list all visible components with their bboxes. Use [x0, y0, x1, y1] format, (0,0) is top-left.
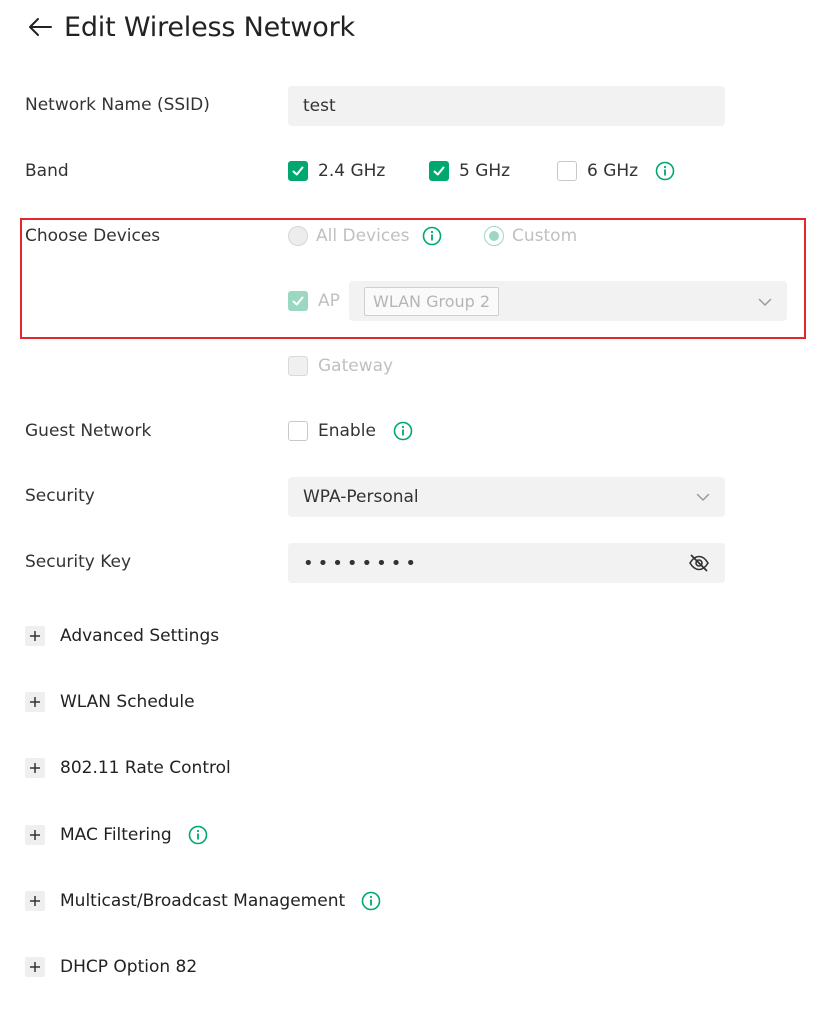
multicast-section[interactable]: Multicast/Broadcast Management	[25, 891, 381, 911]
security-key-label: Security Key	[25, 552, 132, 572]
dhcp-option-82-section[interactable]: DHCP Option 82	[25, 957, 197, 977]
ap-checkbox[interactable]: AP	[288, 291, 340, 311]
band-6ghz-label: 6 GHz	[587, 161, 639, 181]
all-devices-radio[interactable]: All Devices	[288, 226, 409, 246]
plus-icon	[25, 626, 45, 646]
choose-devices-info-icon[interactable]	[422, 226, 442, 246]
band-6ghz-checkbox[interactable]: 6 GHz	[557, 161, 638, 181]
checkbox-unchecked-icon	[557, 161, 577, 181]
security-select[interactable]: WPA-Personal	[288, 477, 725, 517]
checkbox-checked-icon	[429, 161, 449, 181]
security-key-value: ••••••••	[303, 552, 420, 574]
plus-icon	[25, 692, 45, 712]
guest-network-label: Guest Network	[25, 421, 152, 441]
section-label: WLAN Schedule	[60, 692, 195, 712]
wlan-group-tag: WLAN Group 2	[364, 286, 500, 316]
page-title: Edit Wireless Network	[64, 11, 355, 43]
band-5ghz-label: 5 GHz	[459, 161, 511, 181]
ssid-label: Network Name (SSID)	[25, 95, 210, 115]
all-devices-label: All Devices	[316, 226, 410, 246]
plus-icon	[25, 825, 45, 845]
custom-label: Custom	[512, 226, 578, 246]
plus-icon	[25, 957, 45, 977]
multicast-info-icon[interactable]	[361, 891, 381, 911]
guest-enable-label: Enable	[318, 421, 376, 441]
eye-off-icon[interactable]	[688, 554, 710, 572]
section-label: 802.11 Rate Control	[60, 758, 231, 778]
guest-info-icon[interactable]	[393, 421, 413, 441]
ssid-input[interactable]: test	[288, 86, 725, 126]
band-2-4ghz-checkbox[interactable]: 2.4 GHz	[288, 161, 385, 181]
gateway-checkbox[interactable]: Gateway	[288, 356, 393, 376]
advanced-settings-section[interactable]: Advanced Settings	[25, 626, 219, 646]
checkbox-unchecked-icon	[288, 421, 308, 441]
section-label: Multicast/Broadcast Management	[60, 891, 346, 911]
back-arrow-icon[interactable]	[26, 13, 54, 41]
mac-filtering-section[interactable]: MAC Filtering	[25, 825, 208, 845]
checkbox-disabled-icon	[288, 356, 308, 376]
plus-icon	[25, 758, 45, 778]
rate-control-section[interactable]: 802.11 Rate Control	[25, 758, 231, 778]
page-header: Edit Wireless Network	[26, 8, 355, 46]
band-5ghz-checkbox[interactable]: 5 GHz	[429, 161, 510, 181]
band-label: Band	[25, 161, 69, 181]
wlan-schedule-section[interactable]: WLAN Schedule	[25, 692, 195, 712]
choose-devices-label: Choose Devices	[25, 226, 161, 246]
ap-group-select[interactable]: WLAN Group 2	[349, 281, 787, 321]
band-2-4ghz-label: 2.4 GHz	[318, 161, 386, 181]
security-value: WPA-Personal	[303, 487, 419, 507]
checkbox-checked-icon	[288, 161, 308, 181]
checkbox-checked-icon	[288, 291, 308, 311]
security-key-input[interactable]: ••••••••	[288, 543, 725, 583]
mac-filtering-info-icon[interactable]	[188, 825, 208, 845]
band-info-icon[interactable]	[655, 161, 675, 181]
security-label: Security	[25, 486, 95, 506]
guest-enable-checkbox[interactable]: Enable	[288, 421, 376, 441]
radio-unselected-icon	[288, 226, 308, 246]
radio-selected-icon	[484, 226, 504, 246]
plus-icon	[25, 891, 45, 911]
section-label: MAC Filtering	[60, 825, 172, 845]
section-label: Advanced Settings	[60, 626, 220, 646]
custom-radio[interactable]: Custom	[484, 226, 577, 246]
chevron-down-icon	[696, 487, 710, 507]
gateway-label: Gateway	[318, 356, 394, 376]
section-label: DHCP Option 82	[60, 957, 198, 977]
chevron-down-icon	[758, 292, 772, 311]
ap-label: AP	[318, 291, 340, 311]
